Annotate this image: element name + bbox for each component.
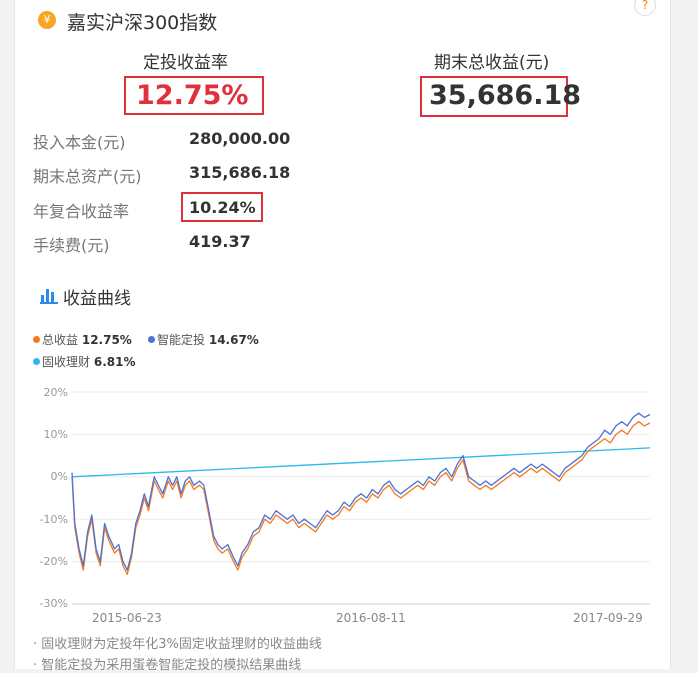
legend-fixed-dot	[33, 358, 40, 365]
y-tick-label: 20%	[43, 386, 68, 399]
annual-rate-label: 年复合收益率	[33, 202, 130, 221]
profit-label: 期末总收益(元)	[434, 53, 550, 73]
y-tick-label: 0%	[50, 470, 68, 483]
principal-label: 投入本金(元)	[33, 133, 126, 152]
legend-fixed-name: 固收理财	[42, 355, 91, 369]
section-title: 收益曲线	[63, 289, 131, 309]
note-fixed-income-text: 固收理财为定投年化3%固定收益理财的收益曲线	[41, 637, 322, 652]
x-tick-label: 2016-08-11	[336, 611, 406, 625]
y-tick-label: -10%	[39, 513, 68, 526]
legend-smart-value: 14.67%	[208, 333, 259, 347]
fee-value: 419.37	[189, 232, 251, 251]
y-tick-label: 10%	[43, 428, 68, 441]
legend-total-value: 12.75%	[81, 333, 132, 347]
legend-smart-name: 智能定投	[157, 333, 206, 347]
legend-total-name: 总收益	[42, 333, 79, 347]
note-smart-invest-text: 智能定投为采用蛋卷智能定投的模拟结果曲线	[41, 658, 302, 673]
legend-smart[interactable]: 智能定投 14.67%	[148, 331, 259, 348]
bar-chart-icon	[40, 289, 58, 304]
legend-fixed[interactable]: 固收理财 6.81%	[33, 353, 135, 370]
y-tick-label: -20%	[39, 555, 68, 568]
yen-coin-icon: ¥	[38, 11, 56, 29]
annual-rate-value: 10.24%	[189, 198, 256, 217]
legend-total-dot	[33, 336, 40, 343]
note-fixed-income: · 固收理财为定投年化3%固定收益理财的收益曲线	[33, 637, 322, 652]
y-tick-label: -30%	[39, 597, 68, 610]
principal-value: 280,000.00	[189, 129, 291, 148]
legend-total[interactable]: 总收益 12.75%	[33, 331, 132, 348]
legend-smart-dot	[148, 336, 155, 343]
x-tick-label: 2017-09-29	[573, 611, 643, 625]
legend-fixed-value: 6.81%	[93, 355, 136, 369]
total-assets-label: 期末总资产(元)	[33, 167, 142, 186]
total-assets-value: 315,686.18	[189, 163, 291, 182]
x-tick-label: 2015-06-23	[92, 611, 162, 625]
rate-label: 定投收益率	[143, 53, 228, 73]
rate-value: 12.75%	[136, 80, 249, 111]
note-smart-invest: · 智能定投为采用蛋卷智能定投的模拟结果曲线	[33, 658, 302, 673]
profit-highlight-box: 35,686.18	[420, 76, 582, 117]
profit-value: 35,686.18	[429, 80, 582, 111]
fund-title: 嘉实沪深300指数	[67, 12, 218, 34]
fee-label: 手续费(元)	[33, 236, 110, 255]
rate-highlight-box: 12.75%	[124, 76, 264, 115]
